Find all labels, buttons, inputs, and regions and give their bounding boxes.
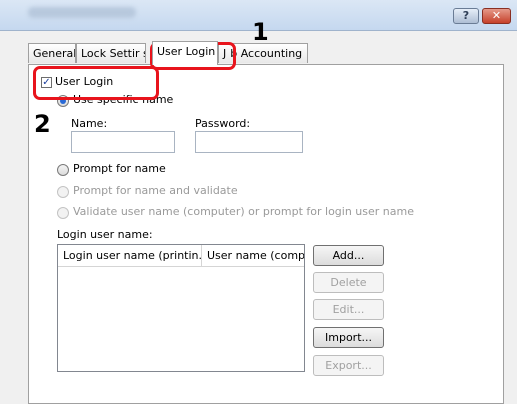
prompt-for-name-label: Prompt for name [73,162,166,175]
tab-lock-settings-label: Lock Settir [81,47,140,60]
step-marker-2: 2 [34,110,51,138]
prompt-and-validate-radio[interactable] [57,186,69,198]
close-button[interactable]: ✕ [482,8,511,24]
prompt-and-validate-label: Prompt for name and validate [73,184,238,197]
callout-user-login-checkbox [33,66,159,100]
step-marker-1: 1 [252,18,269,46]
edit-button[interactable]: Edit... [313,299,384,320]
tab-general[interactable]: General [28,43,76,63]
export-button[interactable]: Export... [313,355,384,376]
name-input[interactable] [71,131,175,153]
password-input[interactable] [195,131,303,153]
tab-lock-settings[interactable]: Lock Settirs [76,43,146,63]
tab-lock-settings-label-tail: s [143,44,145,63]
import-button[interactable]: Import... [313,327,384,348]
prompt-for-name-radio[interactable] [57,164,69,176]
tab-general-label: General [33,47,76,60]
login-user-list[interactable]: Login user name (printin... User name (c… [57,244,305,372]
validate-or-prompt-radio[interactable] [57,207,69,219]
tab-user-login[interactable]: User Login [152,41,218,65]
validate-or-prompt-label: Validate user name (computer) or prompt … [73,205,414,218]
login-user-name-label: Login user name: [57,228,153,241]
column-header-login-user-name[interactable]: Login user name (printin... [58,245,202,267]
tab-job-accounting-label: b Accounting [230,47,303,60]
delete-button[interactable]: Delete [313,272,384,293]
window-title-blurred [28,7,136,18]
add-button[interactable]: Add... [313,245,384,266]
password-label: Password: [195,117,251,130]
name-label: Name: [71,117,108,130]
tab-user-login-label: User Login [157,45,216,58]
help-button[interactable]: ? [453,8,479,24]
column-header-user-name[interactable]: User name (compu [202,245,304,267]
